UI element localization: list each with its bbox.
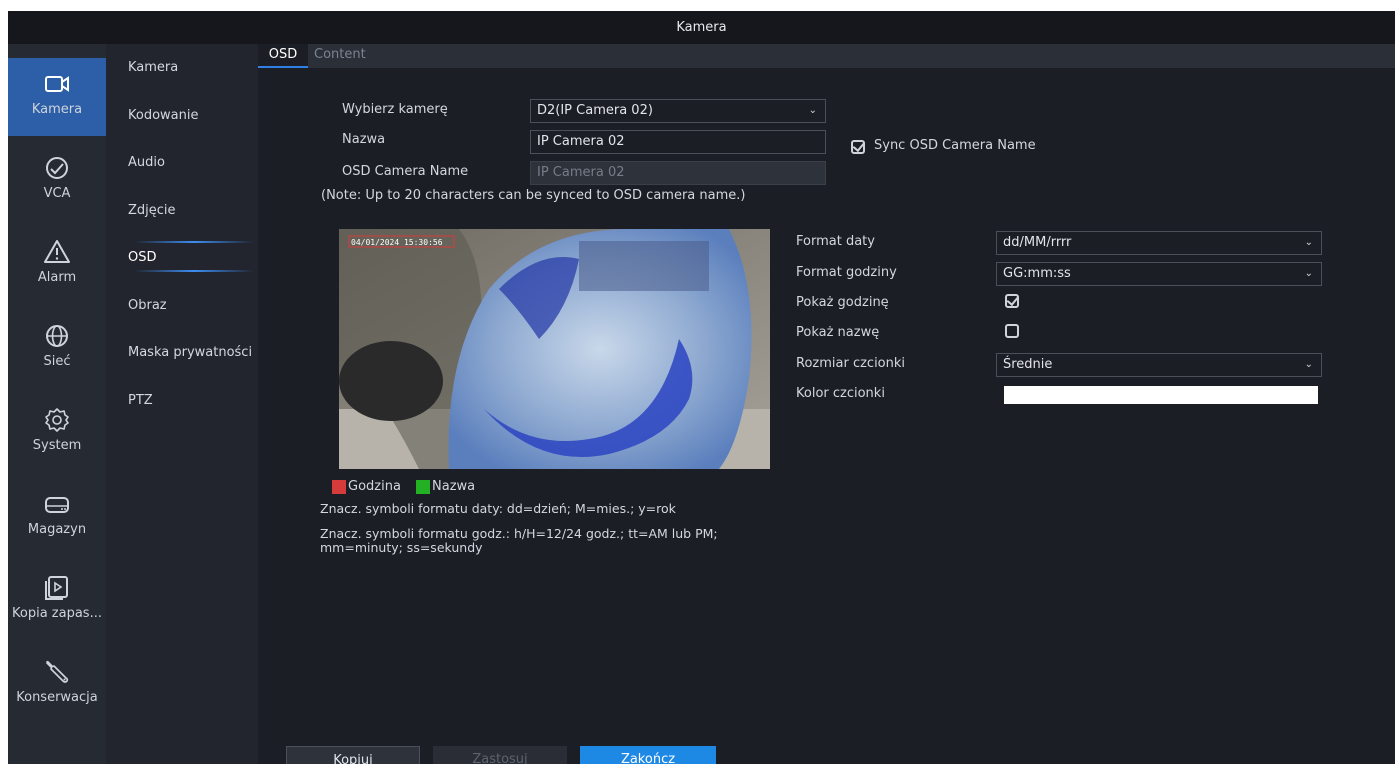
- time-format-value: GG:mm:ss: [1003, 266, 1071, 281]
- camera-preview: 04/01/2024 15:30:56: [339, 229, 770, 469]
- osd-name-input: IP Camera 02: [530, 161, 826, 185]
- chevron-down-icon: ⌄: [1304, 359, 1313, 370]
- active-indicator-bottom: [134, 270, 254, 272]
- name-legend-label: Nazwa: [432, 479, 476, 494]
- nav-item-kamera[interactable]: Kamera: [8, 58, 106, 136]
- camera-select-value: D2(IP Camera 02): [537, 103, 653, 118]
- sync-osd-label: Sync OSD Camera Name: [874, 138, 1036, 153]
- tab-osd[interactable]: OSD: [258, 44, 308, 68]
- tab-content[interactable]: Content: [314, 44, 366, 68]
- sub-nav-zdjecie[interactable]: Zdjęcie: [128, 203, 176, 218]
- time-format-select[interactable]: GG:mm:ss ⌄: [996, 262, 1322, 286]
- nav-label: Sieć: [43, 354, 71, 369]
- chevron-down-icon: ⌄: [808, 105, 817, 116]
- chevron-down-icon: ⌄: [1304, 268, 1313, 279]
- nav-item-siec[interactable]: Sieć: [8, 310, 106, 388]
- main-nav: Kamera VCA Alarm Sieć System Magazyn Kop…: [8, 44, 106, 764]
- preview-timestamp: 04/01/2024 15:30:56: [351, 238, 443, 247]
- time-legend-swatch: [332, 480, 346, 494]
- network-globe-icon: [46, 325, 68, 347]
- sub-nav-ptz[interactable]: PTZ: [128, 393, 153, 408]
- alarm-icon: [44, 240, 70, 263]
- active-indicator-top: [134, 241, 254, 243]
- sub-nav-osd[interactable]: OSD: [128, 250, 157, 265]
- storage-drive-icon: [45, 497, 69, 513]
- font-size-value: Średnie: [1003, 357, 1053, 372]
- camera-select-label: Wybierz kamerę: [342, 102, 448, 117]
- time-legend-label: Godzina: [348, 479, 401, 494]
- window-title: Kamera: [8, 11, 1395, 44]
- date-format-value: dd/MM/rrrr: [1003, 235, 1072, 250]
- nav-item-magazyn[interactable]: Magazyn: [8, 478, 106, 556]
- show-time-label: Pokaż godzinę: [796, 295, 889, 310]
- main-panel: OSD Content Wybierz kamerę D2(IP Camera …: [258, 44, 1395, 764]
- copy-button[interactable]: Kopiuj: [286, 746, 420, 764]
- date-format-select[interactable]: dd/MM/rrrr ⌄: [996, 231, 1322, 255]
- dvr-window: Kamera Kamera VCA Alarm Sieć System Maga…: [8, 11, 1395, 764]
- time-format-help-2: mm=minuty; ss=sekundy: [320, 540, 483, 555]
- nav-label: Kopia zapas...: [12, 606, 102, 621]
- wrench-icon: [46, 660, 69, 683]
- vca-icon: [46, 157, 68, 179]
- chevron-down-icon: ⌄: [1304, 237, 1313, 248]
- nav-label: VCA: [43, 186, 71, 201]
- tab-bar: OSD Content: [258, 44, 1395, 68]
- date-format-label: Format daty: [796, 234, 875, 249]
- camera-select[interactable]: D2(IP Camera 02) ⌄: [530, 99, 826, 123]
- time-format-label: Format godziny: [796, 265, 897, 280]
- font-size-select[interactable]: Średnie ⌄: [996, 353, 1322, 377]
- nav-label: Alarm: [37, 270, 77, 285]
- preview-image: 04/01/2024 15:30:56: [339, 229, 770, 469]
- sub-nav-kamera[interactable]: Kamera: [128, 60, 178, 75]
- nav-item-kopia[interactable]: Kopia zapas...: [8, 562, 106, 640]
- nav-item-system[interactable]: System: [8, 394, 106, 472]
- osd-name-label: OSD Camera Name: [342, 164, 469, 179]
- nav-label: Konserwacja: [16, 690, 98, 705]
- name-input[interactable]: IP Camera 02: [530, 130, 826, 154]
- nav-label: Magazyn: [27, 522, 87, 537]
- gear-icon: [45, 408, 69, 432]
- nav-item-vca[interactable]: VCA: [8, 142, 106, 220]
- show-name-label: Pokaż nazwę: [796, 325, 880, 340]
- date-format-help: Znacz. symboli formatu daty: dd=dzień; M…: [320, 501, 676, 516]
- font-color-swatch[interactable]: [1004, 386, 1318, 404]
- nav-label: System: [32, 438, 82, 453]
- nav-item-alarm[interactable]: Alarm: [8, 226, 106, 304]
- show-name-checkbox[interactable]: [1005, 324, 1019, 338]
- font-color-label: Kolor czcionki: [796, 386, 885, 401]
- time-format-help-1: Znacz. symboli formatu godz.: h/H=12/24 …: [320, 526, 718, 541]
- show-time-checkbox[interactable]: [1005, 294, 1019, 308]
- finish-button[interactable]: Zakończ: [580, 746, 716, 764]
- sub-nav-audio[interactable]: Audio: [128, 155, 165, 170]
- name-legend-swatch: [416, 480, 430, 494]
- name-input-value: IP Camera 02: [537, 134, 625, 149]
- sync-note: (Note: Up to 20 characters can be synced…: [321, 188, 746, 203]
- sub-nav-kodowanie[interactable]: Kodowanie: [128, 108, 198, 123]
- backup-icon: [45, 576, 68, 600]
- osd-name-value: IP Camera 02: [537, 165, 625, 180]
- name-label: Nazwa: [342, 132, 386, 147]
- nav-item-konserwacja[interactable]: Konserwacja: [8, 646, 106, 724]
- sub-nav-maska[interactable]: Maska prywatności: [128, 345, 252, 360]
- camera-icon: [45, 76, 69, 92]
- font-size-label: Rozmiar czcionki: [796, 356, 906, 371]
- sync-osd-checkbox[interactable]: [851, 140, 865, 154]
- nav-label: Kamera: [31, 102, 83, 117]
- camera-sub-nav: Kamera Kodowanie Audio Zdjęcie OSD Obraz…: [106, 44, 258, 764]
- sub-nav-obraz[interactable]: Obraz: [128, 298, 167, 313]
- apply-button[interactable]: Zastosuj: [433, 746, 567, 764]
